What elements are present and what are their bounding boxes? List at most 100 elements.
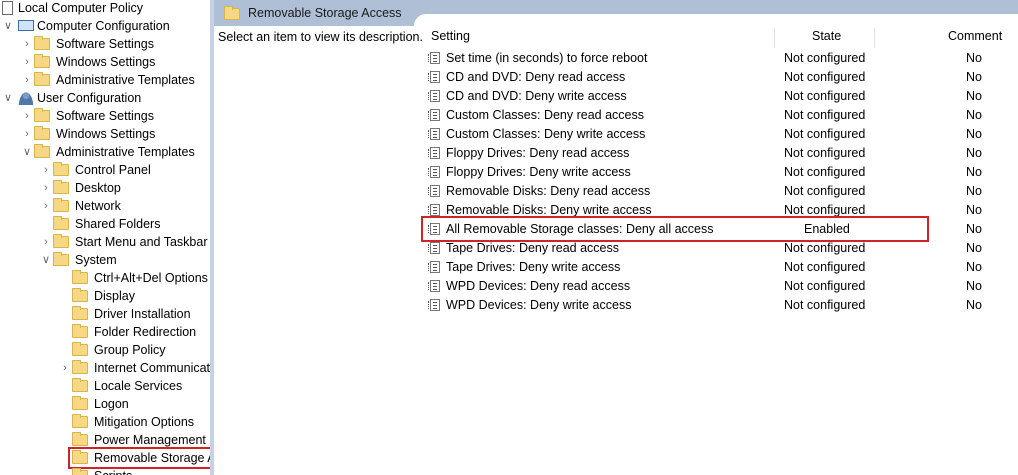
- policy-setting-icon: [428, 109, 440, 121]
- tree-item[interactable]: ∨ User Configuration: [0, 89, 210, 107]
- tree-item[interactable]: › Start Menu and Taskbar: [0, 233, 210, 251]
- policy-comment: No: [966, 127, 982, 141]
- chevron-right-icon[interactable]: ›: [59, 359, 71, 377]
- policy-state: Not configured: [784, 146, 866, 160]
- folder-icon: [72, 468, 88, 475]
- chevron-right-icon[interactable]: ›: [21, 71, 33, 89]
- policy-row[interactable]: WPD Devices: Deny read access Not configu…: [428, 277, 1018, 296]
- chevron-down-icon[interactable]: ∨: [2, 89, 14, 107]
- policy-row[interactable]: Custom Classes: Deny read access Not conf…: [428, 106, 1018, 125]
- tree-item[interactable]: › Internet Communicati: [0, 359, 210, 377]
- computer-icon: [18, 20, 34, 31]
- column-divider[interactable]: [874, 28, 875, 48]
- policy-row[interactable]: Floppy Drives: Deny write access Not conf…: [428, 163, 1018, 182]
- folder-icon: [72, 342, 88, 356]
- tree-item-label: Local Computer Policy: [18, 1, 144, 15]
- header-title: Removable Storage Access: [248, 6, 402, 20]
- tree-item-label: Software Settings: [56, 37, 154, 51]
- tree-item[interactable]: Shared Folders: [0, 215, 210, 233]
- tree-item[interactable]: › Software Settings: [0, 107, 210, 125]
- tree-item[interactable]: ∨ System: [0, 251, 210, 269]
- policy-comment: No: [966, 70, 982, 84]
- column-header-setting[interactable]: Setting: [431, 28, 470, 48]
- column-divider[interactable]: [774, 28, 775, 48]
- tree-item-label: Folder Redirection: [94, 325, 197, 339]
- tree-item[interactable]: Display: [0, 287, 210, 305]
- folder-icon: [34, 36, 50, 50]
- tree-item[interactable]: Locale Services: [0, 377, 210, 395]
- policy-setting-icon: [428, 261, 440, 273]
- tree-item[interactable]: ∨ Administrative Templates: [0, 143, 210, 161]
- policy-name: CD and DVD: Deny read access: [446, 70, 626, 84]
- policy-row[interactable]: Floppy Drives: Deny read access Not confi…: [428, 144, 1018, 163]
- tree-item[interactable]: › Windows Settings: [0, 53, 210, 71]
- policy-comment: No: [966, 260, 982, 274]
- tree-item[interactable]: Scripts: [0, 467, 210, 475]
- policy-setting-icon: [428, 147, 440, 159]
- tree-item[interactable]: Logon: [0, 395, 210, 413]
- policy-comment: No: [966, 184, 982, 198]
- tree-item-label: Desktop: [75, 181, 121, 195]
- chevron-down-icon[interactable]: ∨: [21, 143, 33, 161]
- tree-item[interactable]: Driver Installation: [0, 305, 210, 323]
- chevron-right-icon[interactable]: ›: [40, 161, 52, 179]
- policy-row[interactable]: Custom Classes: Deny write access Not con…: [428, 125, 1018, 144]
- folder-icon: [34, 108, 50, 122]
- policy-name: Set time (in seconds) to force reboot: [446, 51, 648, 65]
- tree-item-label: Administrative Templates: [56, 73, 195, 87]
- policy-comment: No: [966, 222, 982, 236]
- tree-item[interactable]: Mitigation Options: [0, 413, 210, 431]
- folder-icon: [224, 6, 240, 20]
- policy-row[interactable]: CD and DVD: Deny read access Not configur…: [428, 68, 1018, 87]
- tree-item-label: Control Panel: [75, 163, 151, 177]
- policy-setting-icon: [428, 299, 440, 311]
- folder-icon: [72, 414, 88, 428]
- tree-item[interactable]: Folder Redirection: [0, 323, 210, 341]
- selection-highlight-box: [68, 447, 210, 469]
- user-icon: [18, 91, 34, 105]
- policy-row[interactable]: Removable Disks: Deny read access Not con…: [428, 182, 1018, 201]
- tree-item[interactable]: Ctrl+Alt+Del Options: [0, 269, 210, 287]
- column-header-comment[interactable]: Comment: [948, 28, 1002, 48]
- tree-item-label: Software Settings: [56, 109, 154, 123]
- tree-item[interactable]: › Administrative Templates: [0, 71, 210, 89]
- folder-icon: [34, 72, 50, 86]
- tree-item[interactable]: › Desktop: [0, 179, 210, 197]
- chevron-right-icon[interactable]: ›: [21, 107, 33, 125]
- tree-item[interactable]: Local Computer Policy: [0, 0, 210, 17]
- policy-row[interactable]: CD and DVD: Deny write access Not configu…: [428, 87, 1018, 106]
- policy-row[interactable]: Set time (in seconds) to force reboot Not…: [428, 49, 1018, 68]
- policy-state: Not configured: [784, 89, 866, 103]
- chevron-right-icon[interactable]: ›: [40, 233, 52, 251]
- policy-name: WPD Devices: Deny write access: [446, 298, 632, 312]
- chevron-right-icon[interactable]: ›: [21, 125, 33, 143]
- tree-item[interactable]: Group Policy: [0, 341, 210, 359]
- folder-icon: [72, 378, 88, 392]
- column-header-state[interactable]: State: [812, 28, 841, 48]
- folder-icon: [72, 324, 88, 338]
- policy-row[interactable]: Tape Drives: Deny write access Not config…: [428, 258, 1018, 277]
- tree-item-label: Driver Installation: [94, 307, 191, 321]
- tree-item[interactable]: › Software Settings: [0, 35, 210, 53]
- list-tab-edge: [414, 14, 1018, 28]
- chevron-right-icon[interactable]: ›: [40, 197, 52, 215]
- chevron-down-icon[interactable]: ∨: [40, 251, 52, 269]
- policy-comment: No: [966, 203, 982, 217]
- folder-icon: [53, 162, 69, 176]
- policy-state: Not configured: [784, 260, 866, 274]
- tree-item[interactable]: › Control Panel: [0, 161, 210, 179]
- folder-icon: [34, 144, 50, 158]
- chevron-right-icon[interactable]: ›: [21, 35, 33, 53]
- policy-row[interactable]: WPD Devices: Deny write access Not config…: [428, 296, 1018, 315]
- tree-item[interactable]: › Windows Settings: [0, 125, 210, 143]
- chevron-right-icon[interactable]: ›: [40, 179, 52, 197]
- chevron-down-icon[interactable]: ∨: [2, 17, 14, 35]
- tree-item[interactable]: › Network: [0, 197, 210, 215]
- policy-row[interactable]: Tape Drives: Deny read access Not configu…: [428, 239, 1018, 258]
- tree-item-label: Network: [75, 199, 121, 213]
- chevron-right-icon[interactable]: ›: [21, 53, 33, 71]
- policy-comment: No: [966, 279, 982, 293]
- tree-item[interactable]: ∨ Computer Configuration: [0, 17, 210, 35]
- policy-comment: No: [966, 108, 982, 122]
- policy-state: Not configured: [784, 127, 866, 141]
